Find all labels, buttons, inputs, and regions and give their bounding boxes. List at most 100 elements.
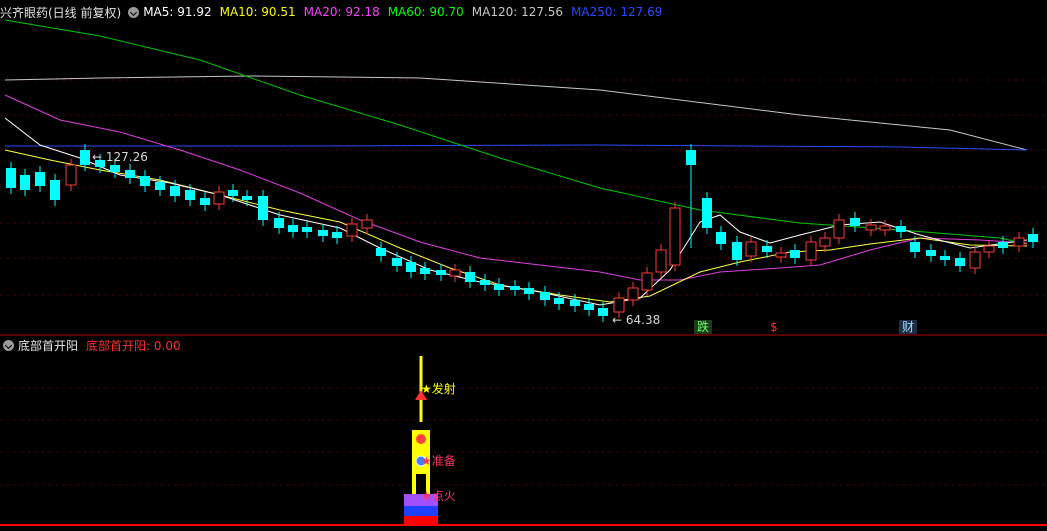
candle-down <box>540 292 550 300</box>
ma-line <box>4 19 1028 245</box>
candle-down <box>494 284 504 290</box>
candle-down <box>155 182 165 190</box>
candle-down <box>200 198 210 205</box>
candle-up <box>655 249 667 273</box>
candle-down <box>406 262 416 272</box>
event-marker-drop[interactable]: 跌 <box>694 320 713 334</box>
star-icon: ★ <box>421 489 432 503</box>
signal-ignite: ★点火 <box>421 487 456 504</box>
ma-line <box>5 144 1028 151</box>
candle-down <box>332 232 342 238</box>
signal-ignite-label: 点火 <box>431 489 456 503</box>
candle-down <box>420 268 430 274</box>
candle-down <box>598 308 608 316</box>
stock-title[interactable]: 兴齐眼药(日线 前复权) <box>0 4 121 21</box>
candle-down <box>50 180 60 200</box>
candle-up <box>449 269 461 277</box>
ma-line <box>4 75 1028 151</box>
indicator-name[interactable]: 底部首开阳 <box>18 337 78 354</box>
candle-up <box>65 164 77 186</box>
candle-down <box>1028 234 1038 242</box>
candle-down <box>274 218 284 228</box>
candle-down <box>762 246 772 252</box>
candle-down <box>926 250 936 256</box>
candle-down <box>140 176 150 186</box>
event-marker-dollar[interactable]: $ <box>767 320 781 334</box>
candle-down <box>940 256 950 260</box>
candle-down <box>242 196 252 200</box>
base-block <box>404 506 438 516</box>
candle-down <box>998 242 1008 248</box>
ma-legend: MA5: 91.92 MA10: 90.51 MA20: 92.18 MA60: 90… <box>143 5 670 19</box>
chart-canvas <box>0 19 1047 526</box>
candle-up <box>346 223 358 237</box>
candle-down <box>185 190 195 200</box>
candle-down <box>570 300 580 306</box>
candle-down <box>436 270 446 275</box>
low-price-value: 64.38 <box>625 313 661 327</box>
signal-launch: ★发射 <box>421 380 456 397</box>
candle-down <box>584 304 594 310</box>
candle-up <box>613 297 625 313</box>
event-marker-finance[interactable]: 财 <box>899 320 918 334</box>
ma-legend-item: MA250: 127.69 <box>571 5 663 19</box>
ma-legend-item: MA10: 90.51 <box>219 5 296 19</box>
star-icon: ★ <box>421 454 432 468</box>
candle-down <box>465 272 475 282</box>
signal-prepare: ★准备 <box>421 452 456 469</box>
candle-down <box>6 168 16 188</box>
candle-down <box>125 170 135 178</box>
candle-up <box>627 287 639 301</box>
candle-down <box>955 258 965 266</box>
candle-down <box>524 288 534 294</box>
star-icon: ★ <box>421 382 432 396</box>
indicator-panel-header: 底部首开阳 底部首开阳: 0.00 <box>0 334 189 356</box>
candle-down <box>302 227 312 232</box>
candle-down <box>35 172 45 186</box>
ma-legend-item: MA5: 91.92 <box>143 5 212 19</box>
main-panel-header: 兴齐眼药(日线 前复权) MA5: 91.92 MA10: 90.51 MA20: … <box>0 1 670 23</box>
candle-down <box>376 248 386 256</box>
indicator-value: 底部首开阳: 0.00 <box>86 338 181 353</box>
candle-up <box>213 191 225 205</box>
chevron-down-icon[interactable] <box>128 6 140 18</box>
candle-up <box>745 241 757 257</box>
candle-up <box>879 225 891 231</box>
high-price-label: ← 127.26 <box>92 150 148 164</box>
ma-legend-item: MA120: 127.56 <box>471 5 564 19</box>
candle-down <box>732 242 742 260</box>
candle-up <box>833 219 845 239</box>
signal-prepare-label: 准备 <box>431 454 456 468</box>
candle-up <box>641 272 653 291</box>
candle-up <box>819 237 831 247</box>
high-price-value: 127.26 <box>105 150 148 164</box>
candle-down <box>790 250 800 258</box>
ma-legend-item: MA20: 92.18 <box>303 5 380 19</box>
candle-up <box>865 224 877 231</box>
candle-down <box>318 230 328 236</box>
ma-legend-item: MA60: 90.70 <box>387 5 464 19</box>
candle-down <box>896 226 906 232</box>
candle-up <box>983 245 995 253</box>
candle-down <box>228 190 238 196</box>
candle-down <box>510 286 520 290</box>
chevron-down-icon[interactable] <box>3 339 14 351</box>
candle-down <box>480 280 490 285</box>
candle-down <box>716 232 726 244</box>
candle-down <box>910 242 920 252</box>
fire-icon <box>416 434 426 444</box>
candle-up <box>969 251 981 269</box>
candle-up <box>669 207 681 266</box>
candle-up <box>1013 237 1025 247</box>
candle-up <box>805 241 817 261</box>
candle-down <box>20 175 30 190</box>
signal-launch-label: 发射 <box>431 382 456 396</box>
candle-down <box>110 165 120 172</box>
candle-down <box>850 218 860 226</box>
candle-down <box>686 150 696 165</box>
candle-down <box>392 258 402 266</box>
base-block-red <box>404 516 438 526</box>
candle-down <box>288 225 298 232</box>
candle-down <box>554 298 564 304</box>
low-price-label: ← 64.38 <box>612 313 661 327</box>
